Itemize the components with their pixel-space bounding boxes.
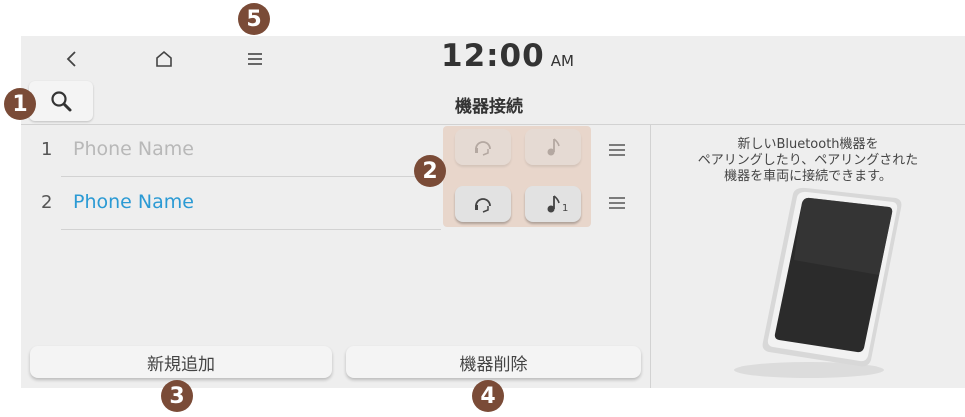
- device-2-menu-button[interactable]: [603, 190, 631, 216]
- device-1-menu-button[interactable]: [603, 137, 631, 163]
- device-number: 1: [41, 139, 53, 160]
- head-unit-screen: 12:00 AM 機器接続 1 Phone Name 2 Phone Name: [21, 36, 965, 388]
- music-note-icon: [547, 138, 560, 156]
- row-divider: [61, 229, 441, 230]
- callout-3: 3: [161, 380, 193, 412]
- home-button[interactable]: [148, 44, 180, 74]
- device-name: Phone Name: [73, 191, 194, 213]
- add-new-button[interactable]: 新規追加: [30, 346, 332, 378]
- clock-time: 12:00: [441, 38, 545, 74]
- device-row[interactable]: 2 Phone Name: [21, 177, 441, 229]
- callout-4: 4: [472, 380, 504, 412]
- page-title: 機器接続: [455, 97, 523, 117]
- device-row[interactable]: 1 Phone Name: [21, 125, 441, 175]
- delete-device-button[interactable]: 機器削除: [346, 346, 641, 378]
- back-button[interactable]: [56, 44, 88, 74]
- handsfree-button-device-2[interactable]: [455, 186, 511, 222]
- callout-2: 2: [414, 155, 446, 187]
- info-line-1: 新しいBluetooth機器を: [737, 137, 879, 152]
- info-text: 新しいBluetooth機器を ペアリングしたり、ペアリングされた 機器を車両に…: [651, 137, 965, 185]
- music-note-icon: [547, 195, 560, 213]
- callout-1: 1: [4, 88, 36, 120]
- smartphone-illustration: [734, 187, 902, 378]
- info-line-2: ペアリングしたり、ペアリングされた: [697, 153, 919, 168]
- callout-5: 5: [238, 3, 270, 35]
- headset-icon: [475, 141, 491, 156]
- search-button[interactable]: [29, 81, 93, 121]
- menu-button[interactable]: [239, 44, 271, 74]
- search-icon: [51, 91, 72, 112]
- hamburger-icon: [609, 144, 625, 156]
- info-panel: 新しいBluetooth機器を ペアリングしたり、ペアリングされた 機器を車両に…: [651, 125, 965, 388]
- audio-badge: 1: [562, 203, 569, 214]
- hamburger-icon: [248, 53, 262, 65]
- handsfree-button-device-1[interactable]: [455, 129, 511, 165]
- chevron-left-icon: [66, 51, 76, 67]
- headset-icon: [475, 198, 491, 213]
- device-number: 2: [41, 192, 53, 213]
- home-icon: [156, 50, 172, 67]
- clock-ampm: AM: [550, 52, 574, 70]
- device-list: 1 Phone Name 2 Phone Name 1: [21, 125, 650, 345]
- device-name: Phone Name: [73, 138, 194, 160]
- audio-button-device-2[interactable]: 1: [525, 186, 581, 222]
- audio-button-device-1[interactable]: [525, 129, 581, 165]
- hamburger-icon: [609, 197, 625, 209]
- clock: 12:00 AM: [441, 38, 574, 78]
